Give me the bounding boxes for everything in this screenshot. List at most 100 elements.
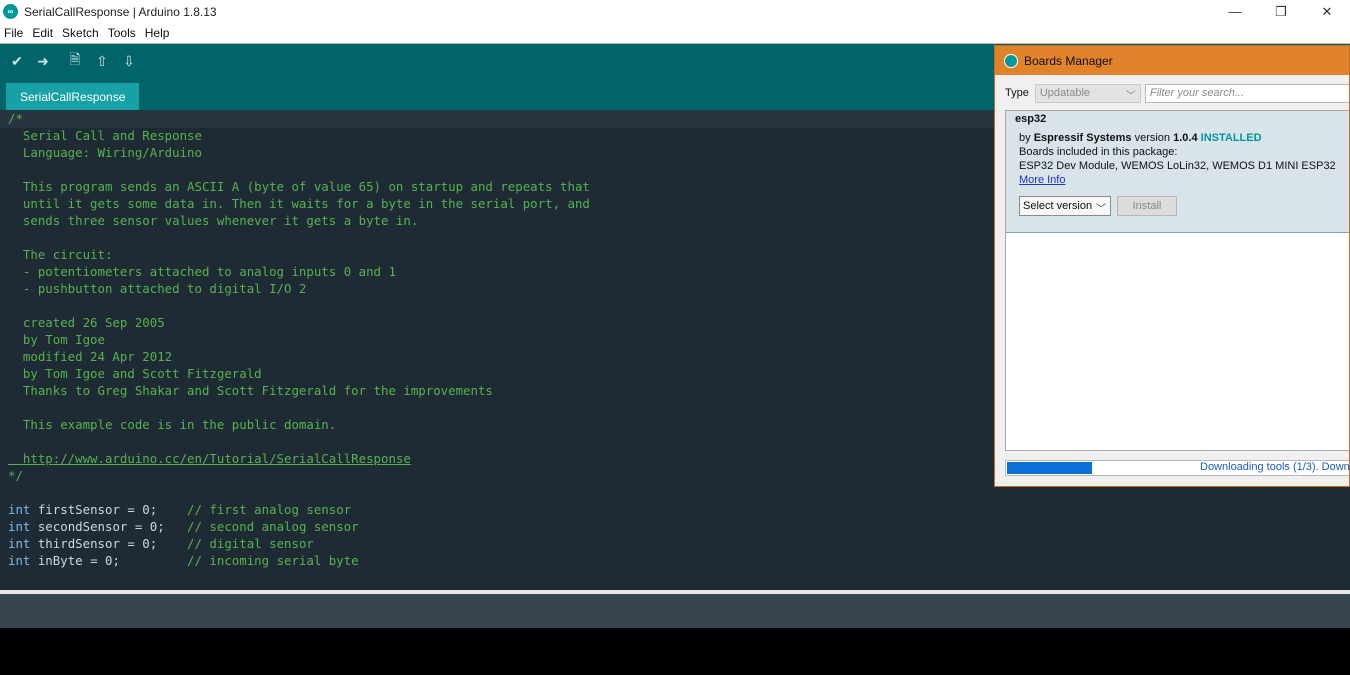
code-comment: // second analog sensor (187, 519, 359, 534)
filter-row: Type Updatable ﹀ Filter your search... (1005, 83, 1349, 103)
code-keyword: int (8, 536, 31, 551)
tutorial-link[interactable]: http://www.arduino.cc/en/Tutorial/Serial… (8, 451, 411, 466)
code-line: sends three sensor values whenever it ge… (8, 212, 590, 229)
package-info-line: by Espressif Systems version 1.0.4 INSTA… (1019, 132, 1262, 144)
code-line: int firstSensor = 0; // first analog sen… (8, 501, 590, 518)
code-line: Serial Call and Response (8, 127, 590, 144)
close-button[interactable]: ✕ (1304, 0, 1350, 23)
code-line: /* (8, 110, 590, 127)
code-line: int secondSensor = 0; // second analog s… (8, 518, 590, 535)
code-line: by Tom Igoe and Scott Fitzgerald (8, 365, 590, 382)
version-dropdown-value: Select version (1023, 200, 1093, 212)
menu-edit[interactable]: Edit (32, 26, 53, 40)
code-keyword: int (8, 502, 31, 517)
code-line: Thanks to Greg Shakar and Scott Fitzgera… (8, 382, 590, 399)
code-statement: secondSensor = 0; (30, 519, 188, 534)
code-comment: - pushbutton attached to digital I/O 2 (8, 281, 307, 296)
arduino-logo-icon (1004, 53, 1018, 68)
menu-help[interactable]: Help (145, 26, 170, 40)
version-dropdown[interactable]: Select version ﹀ (1019, 196, 1111, 216)
checkmark-icon: ✔ (11, 52, 23, 69)
dialog-title-bar[interactable]: Boards Manager (995, 46, 1349, 75)
version-prefix: version (1131, 132, 1174, 144)
list-item-esp32[interactable]: esp32 by Espressif Systems version 1.0.4… (1006, 111, 1349, 233)
verify-button[interactable]: ✔ (7, 51, 27, 71)
more-info-link[interactable]: More Info (1019, 174, 1065, 186)
code-comment: Language: Wiring/Arduino (8, 145, 202, 160)
code-comment: This program sends an ASCII A (byte of v… (8, 179, 590, 194)
code-line: The circuit: (8, 246, 590, 263)
code-comment: // digital sensor (187, 536, 314, 551)
code-comment: The circuit: (8, 247, 113, 262)
dialog-title: Boards Manager (1024, 53, 1113, 68)
new-file-icon: 🗎 (69, 51, 81, 67)
chevron-down-icon: ﹀ (1125, 90, 1136, 102)
minimize-button[interactable]: — (1212, 0, 1258, 23)
code-keyword: int (8, 519, 31, 534)
code-comment: This example code is in the public domai… (8, 417, 337, 432)
menu-tools[interactable]: Tools (108, 26, 136, 40)
type-dropdown[interactable]: Updatable ﹀ (1034, 83, 1141, 103)
code-line: int inByte = 0; // incoming serial byte (8, 552, 590, 569)
new-sketch-button[interactable]: 🗎 (65, 51, 85, 71)
boards-heading: Boards included in this package: (1019, 146, 1178, 158)
code-comment: */ (8, 468, 23, 483)
menu-sketch[interactable]: Sketch (62, 26, 99, 40)
code-comment: Thanks to Greg Shakar and Scott Fitzgera… (8, 383, 493, 398)
code-line: modified 24 Apr 2012 (8, 348, 590, 365)
code-comment: // first analog sensor (187, 502, 352, 517)
search-placeholder: Filter your search... (1149, 87, 1244, 99)
menu-file[interactable]: File (4, 26, 23, 40)
code-line: This program sends an ASCII A (byte of v… (8, 178, 590, 195)
arrow-up-icon: ⇧ (96, 52, 108, 69)
restore-button[interactable]: ❐ (1258, 0, 1304, 23)
chevron-down-icon: ﹀ (1096, 204, 1106, 215)
boards-included: ESP32 Dev Module, WEMOS LoLin32, WEMOS D… (1019, 160, 1336, 172)
progress-row: Downloading tools (1/3). Downloading (1005, 460, 1350, 476)
boards-manager-dialog: Boards Manager Type Updatable ﹀ Filter y… (994, 45, 1350, 487)
progress-fill (1007, 462, 1092, 474)
code-comment: // incoming serial byte (187, 553, 359, 568)
installed-badge: INSTALLED (1200, 132, 1262, 144)
arrow-right-icon: ➜ (37, 52, 49, 69)
type-label: Type (1005, 87, 1029, 99)
code-comment: created 26 Sep 2005 (8, 315, 165, 330)
window-controls: — ❐ ✕ (1212, 0, 1350, 23)
save-button[interactable]: ⇩ (119, 51, 139, 71)
tab-sketch[interactable]: SerialCallResponse (6, 83, 140, 110)
search-input[interactable]: Filter your search... (1144, 83, 1349, 103)
menu-bar: File Edit Sketch Tools Help (0, 23, 1350, 43)
boards-list[interactable]: esp32 by Espressif Systems version 1.0.4… (1005, 110, 1349, 451)
more-info-wrapper: More Info (1019, 174, 1065, 186)
title-bar: ∞ SerialCallResponse | Arduino 1.8.13 — … (0, 0, 1350, 23)
code-text: /* Serial Call and Response Language: Wi… (8, 110, 590, 569)
arrow-down-icon: ⇩ (123, 52, 135, 69)
arduino-logo-icon: ∞ (3, 4, 18, 19)
code-comment: /* (8, 111, 23, 126)
code-line: by Tom Igoe (8, 331, 590, 348)
board-package-name: esp32 (1015, 113, 1047, 125)
open-button[interactable]: ⇧ (92, 51, 112, 71)
progress-status-text: Downloading tools (1/3). Downloading (1200, 461, 1350, 473)
upload-button[interactable]: ➜ (33, 51, 53, 71)
code-comment: by Tom Igoe (8, 332, 105, 347)
code-line: - pushbutton attached to digital I/O 2 (8, 280, 590, 297)
code-comment: modified 24 Apr 2012 (8, 349, 173, 364)
status-bar (0, 594, 1350, 628)
window-title: SerialCallResponse | Arduino 1.8.13 (24, 4, 217, 19)
by-prefix: by (1019, 132, 1034, 144)
console-output (0, 628, 1350, 675)
package-version: 1.0.4 (1173, 132, 1198, 144)
code-line: created 26 Sep 2005 (8, 314, 590, 331)
code-statement: inByte = 0; (30, 553, 188, 568)
install-button[interactable]: Install (1117, 196, 1177, 216)
code-comment: until it gets some data in. Then it wait… (8, 196, 590, 211)
code-line: - potentiometers attached to analog inpu… (8, 263, 590, 280)
code-keyword: int (8, 553, 31, 568)
